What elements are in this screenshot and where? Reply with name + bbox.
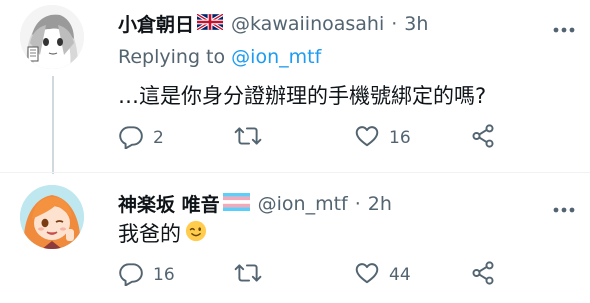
replying-to: Replying to @ion_mtf [118,46,321,68]
more-icon[interactable] [552,19,576,33]
reply-icon [118,260,144,290]
replying-to-label: Replying to [118,46,226,68]
like-button[interactable]: 16 [354,124,411,152]
heart-icon [354,260,380,290]
transgender-flag-icon [222,192,250,215]
display-name[interactable]: 小倉朝日 [118,10,194,37]
reply-count: 2 [153,128,164,148]
share-icon [470,260,496,290]
separator-dot: · [354,192,361,215]
like-count: 44 [389,265,411,285]
user-handle[interactable]: @ion_mtf [258,193,348,215]
reply-button[interactable]: 16 [118,261,175,289]
tweet-text-content: 我爸的 [118,222,181,246]
mention-link[interactable]: @ion_mtf [231,46,321,68]
tweet-ion-mtf[interactable]: 神楽坂 唯音 @ion_mtf · 2h 我爸的 16 44 [0,172,590,303]
avatar[interactable] [20,5,84,69]
tweet-kawaiinoasahi[interactable]: 小倉朝日 @kawaiinoasahi · 3h Replying to @io… [0,0,590,172]
user-handle[interactable]: @kawaiinoasahi [231,13,384,35]
tweet-header: 神楽坂 唯音 @ion_mtf · 2h [118,190,392,217]
like-count: 16 [389,128,411,148]
winking-face-icon [185,220,207,247]
share-icon [470,123,496,153]
uk-flag-icon [196,12,224,34]
retweet-icon [234,260,262,290]
retweet-icon [234,123,262,153]
reply-count: 16 [153,265,175,285]
tweet-text: …這是你身分證辦理的手機號綁定的嗎? [118,84,487,108]
share-button[interactable] [470,124,496,152]
reply-icon [118,123,144,153]
retweet-button[interactable] [234,261,271,289]
tweet-text: 我爸的 [118,218,207,248]
display-name[interactable]: 神楽坂 唯音 [118,190,220,217]
share-button[interactable] [470,261,496,289]
avatar[interactable] [20,185,84,249]
tweet-actions: 16 44 [118,261,508,289]
reply-button[interactable]: 2 [118,124,164,152]
separator-dot: · [391,12,398,35]
more-icon[interactable] [552,199,576,213]
retweet-button[interactable] [234,124,271,152]
timestamp[interactable]: 3h [404,13,428,35]
tweet-actions: 2 16 [118,124,508,152]
tweet-header: 小倉朝日 @kawaiinoasahi · 3h [118,10,428,37]
timestamp[interactable]: 2h [368,193,392,215]
like-button[interactable]: 44 [354,261,411,289]
heart-icon [354,123,380,153]
